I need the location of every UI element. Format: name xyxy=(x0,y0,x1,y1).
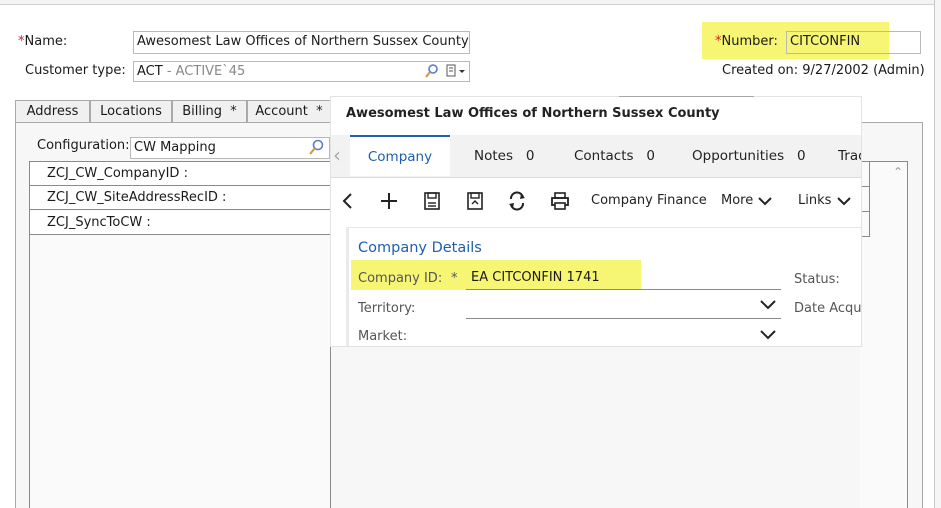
tab-tracks[interactable]: Trac xyxy=(838,135,861,177)
mapping-row-site-address[interactable]: ZCJ_CW_SiteAddressRecID : xyxy=(30,186,330,210)
status-label: Status: xyxy=(794,272,840,287)
links-menu-button[interactable]: Links xyxy=(798,185,852,217)
tab-locations[interactable]: Locations xyxy=(90,100,172,122)
company-id-underline xyxy=(466,289,781,290)
territory-label: Territory: xyxy=(358,301,416,316)
back-icon[interactable] xyxy=(341,185,355,217)
overlay-title: Awesomest Law Offices of Northern Sussex… xyxy=(346,106,720,121)
name-label: *Name: xyxy=(18,34,68,49)
company-details-title: Company Details xyxy=(358,240,482,256)
name-input[interactable]: Awesomest Law Offices of Northern Sussex… xyxy=(133,31,470,54)
hidden-tab-edge xyxy=(619,96,754,99)
configuration-search-icon[interactable] xyxy=(308,138,326,156)
tab-notes[interactable]: Notes 0 xyxy=(474,135,534,177)
mapping-list-right xyxy=(860,161,908,508)
overlay-tab-bar: ‹ Company Notes 0 Contacts 0 Opportuniti… xyxy=(331,135,861,178)
tab-account[interactable]: Account * xyxy=(247,100,331,122)
more-menu-button[interactable]: More xyxy=(721,185,773,217)
scroll-up-icon[interactable]: ⌃ xyxy=(888,162,908,182)
number-input[interactable]: CITCONFIN xyxy=(786,31,921,54)
save-and-close-icon[interactable] xyxy=(466,185,484,217)
customer-type-selector[interactable]: ACT - ACTIVE`45 xyxy=(133,61,470,82)
chevron-down-icon xyxy=(836,196,851,205)
tab-address[interactable]: Address xyxy=(15,100,90,122)
date-acquired-label: Date Acqui xyxy=(794,301,861,316)
tab-contacts[interactable]: Contacts 0 xyxy=(574,135,655,177)
mapping-row-sync[interactable]: ZCJ_SyncToCW : xyxy=(30,211,330,235)
company-id-required: * xyxy=(451,271,458,286)
company-overlay: Awesomest Law Offices of Northern Sussex… xyxy=(331,97,861,346)
market-label: Market: xyxy=(358,329,408,344)
row-edge xyxy=(869,162,870,237)
configuration-label: Configuration: xyxy=(37,138,130,153)
save-icon[interactable] xyxy=(423,185,441,217)
customer-type-label: Customer type: xyxy=(25,63,126,78)
tab-billing[interactable]: Billing * xyxy=(172,100,247,122)
chevron-down-icon xyxy=(758,196,773,205)
refresh-icon[interactable] xyxy=(507,185,527,217)
tabs-scroll-left-icon[interactable]: ‹ xyxy=(333,145,341,165)
territory-dropdown[interactable] xyxy=(466,318,781,319)
market-chevron-down-icon[interactable] xyxy=(759,327,777,341)
mapping-row-company-id[interactable]: ZCJ_CW_CompanyID : xyxy=(30,162,330,186)
search-icon[interactable] xyxy=(424,62,440,80)
add-icon[interactable] xyxy=(380,185,398,217)
created-on-text: Created on: 9/27/2002 (Admin) xyxy=(722,63,925,78)
print-icon[interactable] xyxy=(550,185,570,217)
window-top-edge xyxy=(0,0,941,5)
tab-opportunities[interactable]: Opportunities 0 xyxy=(692,135,806,177)
company-finance-button[interactable]: Company Finance xyxy=(591,185,707,217)
tab-company[interactable]: Company xyxy=(350,135,450,176)
number-label: *Number: xyxy=(715,34,778,49)
document-dropdown-icon[interactable] xyxy=(445,62,469,80)
company-id-input[interactable]: EA CITCONFIN 1741 xyxy=(471,270,600,285)
configuration-input[interactable]: CW Mapping xyxy=(130,137,330,159)
company-id-label: Company ID: xyxy=(358,271,443,286)
window-right-edge xyxy=(934,0,941,508)
territory-chevron-down-icon[interactable] xyxy=(759,297,777,311)
